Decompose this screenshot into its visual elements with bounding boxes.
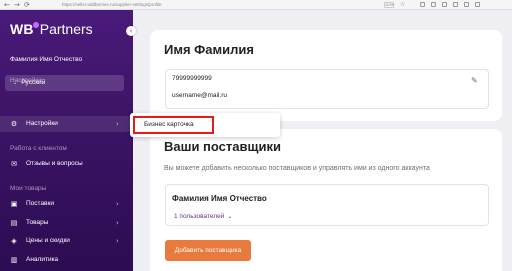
add-supplier-button[interactable]: Добавить поставщика: [165, 240, 251, 261]
suppliers-subtitle: Вы можете добавить несколько поставщиков…: [164, 165, 430, 172]
sidebar-item-supplies[interactable]: ▣ Поставки ›: [0, 196, 133, 212]
chevron-right-icon: ›: [116, 219, 119, 227]
supplier-entry[interactable]: Фамилия Имя Отчество 1 пользователей ⌄: [165, 184, 489, 226]
address-bar[interactable]: https://seller.wildberries.ru/supplier-s…: [62, 1, 162, 9]
logo-dot-icon: [32, 22, 39, 28]
section-clients: Работа с клиентом: [10, 145, 67, 152]
section-settings: Настройки: [10, 77, 42, 84]
chevron-down-icon: ⌄: [227, 213, 233, 220]
sidebar-item-analytics[interactable]: ▥ Аналитика: [0, 252, 133, 268]
phone-value: 79999999999: [172, 75, 212, 82]
sliders-icon: ⚙: [10, 120, 18, 128]
sidebar-item-label: Аналитика: [26, 256, 59, 263]
zoom-indicator[interactable]: 110%: [384, 2, 394, 8]
bookmark-star-icon[interactable]: ☆: [400, 1, 405, 9]
sidebar-item-settings[interactable]: ⚙ Настройки ›: [0, 116, 133, 132]
sidebar-item-reviews[interactable]: ✉ Отзывы и вопросы: [0, 156, 133, 172]
suppliers-card: Ваши поставщики Вы можете добавить неско…: [150, 129, 502, 271]
users-dropdown[interactable]: 1 пользователей ⌄: [174, 213, 232, 221]
price-tag-icon: ◈: [11, 237, 17, 245]
sidebar-item-goods[interactable]: ▤ Товары ›: [0, 215, 133, 231]
sidebar-item-label: Настройки: [26, 120, 58, 127]
contact-info-box: 79999999999 username@mail.ru ✎: [165, 69, 489, 109]
browser-extension-icons: [420, 2, 480, 7]
sidebar-item-label: Цены и скидки: [26, 237, 70, 244]
logo-partners: Partners: [39, 21, 93, 37]
logo-wb: WB: [10, 21, 34, 37]
settings-submenu: Бизнес карточка: [130, 113, 280, 137]
suppliers-title: Ваши поставщики: [164, 139, 281, 154]
supplier-name: Фамилия Имя Отчество: [172, 194, 267, 203]
chevron-right-icon: ›: [116, 237, 119, 245]
email-value: username@mail.ru: [172, 92, 228, 99]
sidebar-item-label: Поставки: [26, 200, 54, 207]
submenu-item-business-card[interactable]: Бизнес карточка: [133, 116, 214, 134]
sidebar-item-label: Отзывы и вопросы: [26, 160, 83, 167]
sidebar-user-name[interactable]: Фамилия Имя Отчество: [10, 56, 82, 64]
extension-icon[interactable]: [464, 2, 469, 7]
forward-arrow-icon[interactable]: →: [14, 1, 20, 9]
extension-icon[interactable]: [475, 2, 480, 7]
chat-icon: ✉: [11, 160, 17, 168]
profile-title: Имя Фамилия: [164, 42, 254, 57]
box-icon: ▣: [10, 200, 18, 208]
sidebar-item-prices[interactable]: ◈ Цены и скидки ›: [0, 233, 133, 249]
pencil-icon[interactable]: ✎: [471, 77, 478, 85]
chevron-right-icon: ›: [116, 120, 119, 128]
section-goods: Мои товары: [10, 185, 47, 192]
reload-icon[interactable]: ⟳: [24, 1, 30, 9]
extension-icon[interactable]: [453, 2, 458, 7]
back-arrow-icon[interactable]: ←: [4, 1, 10, 9]
extension-icon[interactable]: [442, 2, 447, 7]
extension-icon[interactable]: [420, 2, 425, 7]
chevron-right-icon: ›: [116, 200, 119, 208]
tag-icon: ▤: [10, 219, 18, 227]
sidebar-collapse-button[interactable]: ‹: [126, 26, 136, 36]
profile-card: Имя Фамилия 79999999999 username@mail.ru…: [150, 30, 502, 121]
users-count: 1 пользователей: [174, 213, 225, 220]
chart-icon: ▥: [10, 256, 18, 264]
sidebar-item-label: Товары: [26, 219, 49, 226]
browser-toolbar: ← → ⟳ https://seller.wildberries.ru/supp…: [0, 0, 512, 10]
logo[interactable]: WB Partners: [10, 21, 93, 37]
sidebar: WB Partners Фамилия Имя Отчество ⌄ Русский…: [0, 10, 133, 271]
extension-icon[interactable]: [431, 2, 436, 7]
